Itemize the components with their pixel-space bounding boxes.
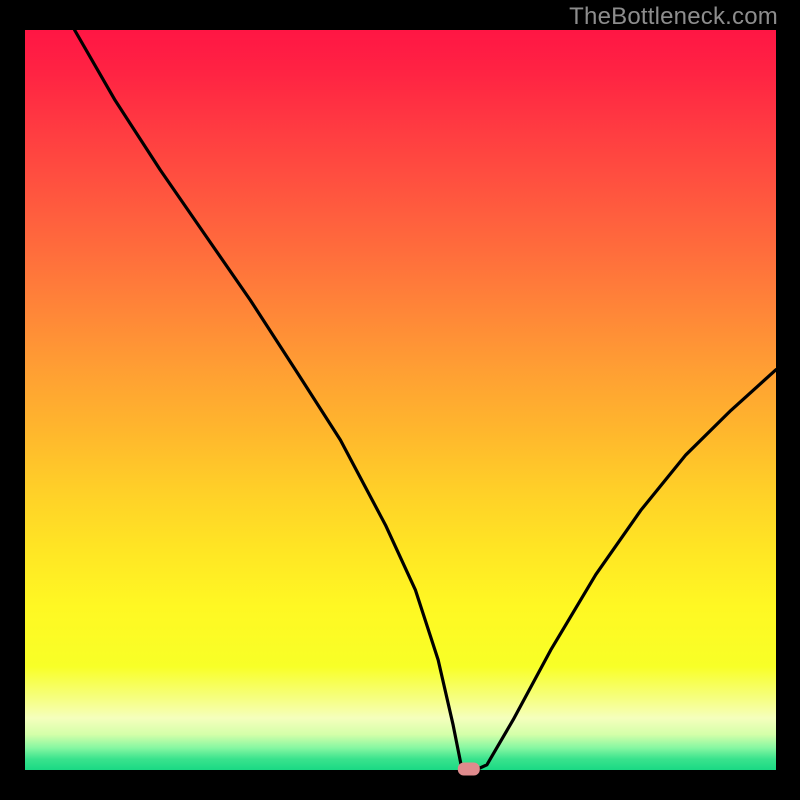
chart-frame: TheBottleneck.com (0, 0, 800, 800)
gradient-background (25, 30, 776, 770)
optimal-marker (458, 763, 480, 776)
bottleneck-chart (0, 0, 800, 800)
watermark-text: TheBottleneck.com (569, 3, 778, 31)
